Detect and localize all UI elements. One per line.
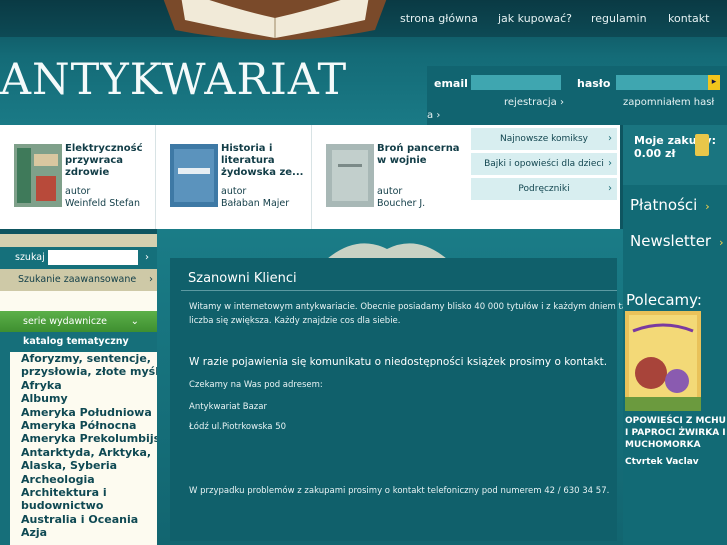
chevron-right-icon: ›	[559, 97, 564, 108]
catalog-item[interactable]: Afryka	[10, 379, 157, 392]
catalog-item[interactable]: Ameryka Południowa	[10, 406, 157, 419]
author-label: autor	[221, 186, 247, 197]
recommended-book-author: Ctvrtek Vaclav	[625, 457, 699, 467]
book-illustration	[327, 243, 447, 259]
nav-how-to-buy-link[interactable]: jak kupować?	[498, 12, 572, 25]
nav-contact-link[interactable]: kontakt	[668, 12, 709, 25]
product-card[interactable]: Elektryczność przywraca zdrowie autor We…	[0, 125, 156, 229]
address-street: Łódź ul.Piotrkowska 50	[189, 422, 287, 432]
email-label: email	[434, 77, 468, 90]
catalog-item[interactable]: Architektura i	[10, 486, 157, 499]
notice-text: W razie pojawienia się komunikatu o nied…	[189, 356, 608, 368]
series-dropdown[interactable]: serie wydawnicze ⌄	[0, 311, 157, 332]
catalog-item[interactable]: Archeologia	[10, 473, 157, 486]
product-author: Boucher J.	[377, 198, 426, 209]
catalog-header: katalog tematyczny	[0, 332, 157, 352]
page-title: Szanowni Klienci	[188, 271, 297, 286]
login-submit-button[interactable]: ▸	[708, 75, 720, 90]
phone-contact-text: W przypadku problemów z zakupami prosimy…	[189, 486, 610, 496]
catalog-item[interactable]: przysłowia, złote myśli	[10, 365, 157, 378]
catalog-item[interactable]: Alaska, Syberia	[10, 459, 157, 472]
book-cover-image[interactable]	[170, 144, 218, 207]
featured-products: Elektryczność przywraca zdrowie autor We…	[0, 125, 467, 229]
left-sidebar: szukaj › Szukanie zaawansowane › serie wy…	[0, 234, 157, 545]
sidebar-strip	[0, 234, 157, 247]
product-title[interactable]: Broń pancerna w wojnie	[377, 143, 465, 167]
chevron-right-icon: ›	[608, 158, 612, 169]
chevron-right-icon: ›	[608, 183, 612, 194]
category-link[interactable]: Bajki i opowieści dla dzieci ›	[471, 153, 617, 175]
open-book-decoration	[163, 0, 387, 40]
password-field[interactable]	[616, 75, 708, 90]
shopping-cart[interactable]: Moje zakupy: 0.00 zł	[623, 125, 727, 185]
category-links: Najnowsze komiksy › Bajki i opowieści dla…	[467, 125, 620, 229]
recommended-book-cover[interactable]	[625, 311, 701, 411]
intro-text-line: liczba się zwiększa. Każdy znajdzie cos …	[189, 316, 401, 326]
address-name: Antykwariat Bazar	[189, 402, 267, 412]
divider	[181, 290, 617, 291]
catalog-item[interactable]: Azja	[10, 526, 157, 539]
product-author: Bałaban Majer	[221, 198, 290, 209]
product-author: Weinfeld Stefan	[65, 198, 141, 209]
payments-link[interactable]: Płatności ›	[630, 196, 710, 214]
newsletter-link[interactable]: Newsletter ›	[630, 232, 724, 250]
advanced-search-link[interactable]: Szukanie zaawansowane ›	[0, 269, 157, 291]
catalog-item[interactable]: Ameryka Prekolumbijska	[10, 432, 157, 445]
search-row: szukaj ›	[0, 247, 157, 269]
catalog-item[interactable]: Aforyzmy, sentencje,	[10, 352, 157, 365]
chevron-down-icon: ⌄	[130, 316, 139, 327]
site-header: strona główna jak kupować? regulamin kon…	[0, 0, 727, 125]
login-box: email hasło ▸ rejestracja › zapomniałem …	[427, 66, 727, 125]
book-cover-image[interactable]	[326, 144, 374, 207]
chevron-right-icon: ›	[149, 274, 153, 285]
catalog-item[interactable]: Ameryka Północna	[10, 419, 157, 432]
product-card[interactable]: Historia i literatura żydowska ze... aut…	[156, 125, 312, 229]
product-title[interactable]: Elektryczność przywraca zdrowie	[65, 143, 153, 179]
author-label: autor	[377, 186, 403, 197]
email-field[interactable]	[471, 75, 561, 90]
catalog-item[interactable]: Australia i Oceania	[10, 513, 157, 526]
register-link[interactable]: rejestracja ›	[504, 97, 564, 108]
catalog-item[interactable]: Antarktyda, Arktyka,	[10, 446, 157, 459]
product-title[interactable]: Historia i literatura żydowska ze...	[221, 143, 309, 179]
recommended-heading: Polecamy:	[626, 291, 702, 309]
search-input[interactable]	[48, 250, 138, 265]
chevron-right-icon: ›	[608, 133, 612, 144]
category-link[interactable]: Podręczniki ›	[471, 178, 617, 200]
cart-bag-icon	[695, 134, 709, 156]
right-sidebar: Płatności › Newsletter › Polecamy: OPOWIEŚ…	[623, 185, 727, 545]
nav-home-link[interactable]: strona główna	[400, 12, 478, 25]
author-label: autor	[65, 186, 91, 197]
password-label: hasło	[577, 77, 611, 90]
product-card[interactable]: Broń pancerna w wojnie autor Boucher J.	[312, 125, 468, 229]
search-submit-button[interactable]: ›	[140, 250, 154, 265]
forgot-password-link[interactable]: zapomniałem hasł	[623, 97, 714, 108]
welcome-panel: Szanowni Klienci Witamy w internetowym a…	[170, 258, 627, 541]
recommended-book-title[interactable]: OPOWIEŚCI Z MCHU I PAPROCI ŻWIRKA I MUCH…	[625, 415, 727, 451]
chevron-right-icon: ›	[436, 110, 441, 121]
book-cover-image[interactable]	[14, 144, 62, 207]
catalog-item[interactable]: budownictwo	[10, 499, 157, 512]
address-intro: Czekamy na Was pod adresem:	[189, 380, 323, 390]
forgot-password-link-cont[interactable]: a ›	[427, 110, 440, 121]
cart-total: 0.00 zł	[634, 147, 676, 160]
chevron-right-icon: ›	[719, 236, 724, 249]
search-label: szukaj	[15, 252, 45, 263]
intro-text-line: Witamy w internetowym antykwariacie. Obe…	[189, 302, 628, 312]
catalog-item[interactable]: Albumy	[10, 392, 157, 405]
category-link[interactable]: Najnowsze komiksy ›	[471, 128, 617, 150]
chevron-right-icon: ›	[705, 200, 710, 213]
catalog-list: Aforyzmy, sentencje, przysłowia, złote m…	[0, 352, 157, 545]
nav-terms-link[interactable]: regulamin	[591, 12, 647, 25]
site-logo[interactable]: ANTYKWARIAT	[0, 54, 347, 106]
